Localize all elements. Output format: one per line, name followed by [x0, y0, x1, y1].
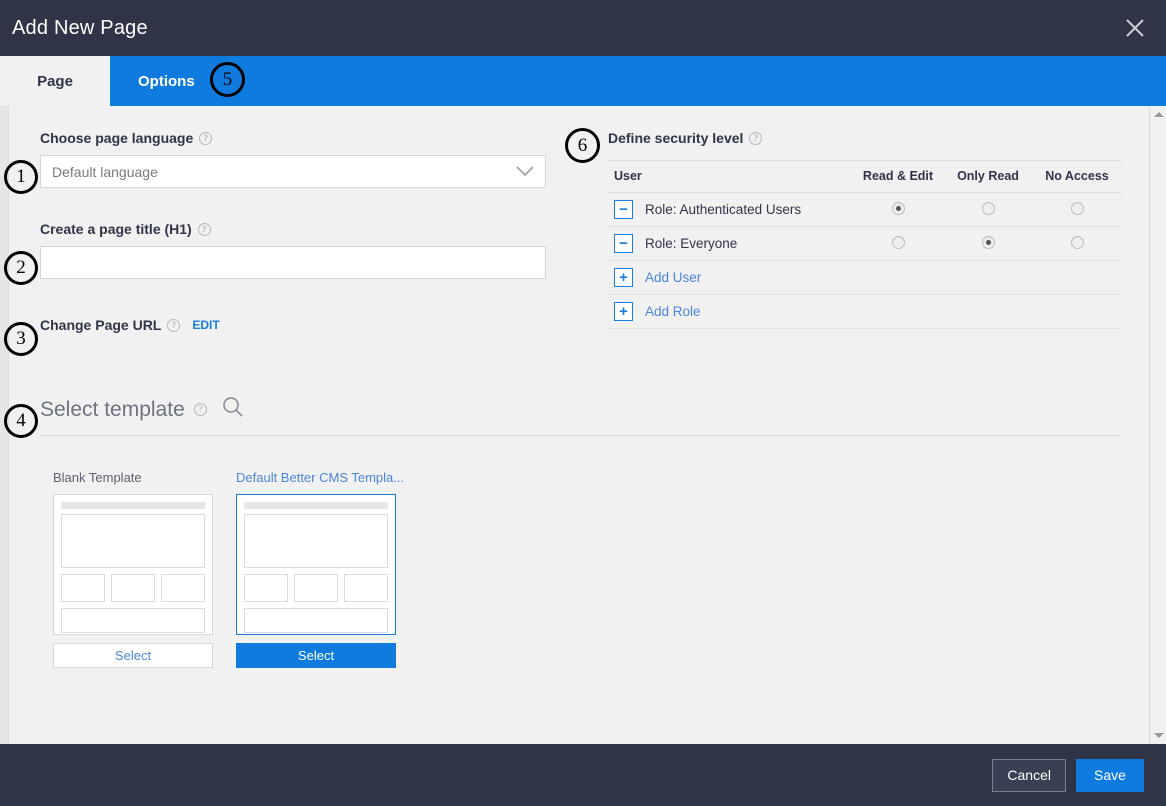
security-row-user: − Role: Everyone [608, 227, 853, 261]
cancel-button[interactable]: Cancel [992, 759, 1066, 792]
scroll-track[interactable] [1150, 123, 1166, 727]
search-icon[interactable] [222, 396, 244, 423]
scroll-up-arrow-icon[interactable] [1150, 106, 1166, 123]
radio-only-read[interactable] [982, 202, 995, 215]
template-name: Blank Template [53, 470, 213, 485]
thumb-columns [244, 574, 388, 602]
tab-page-label: Page [37, 73, 73, 90]
template-select-button[interactable]: Select [53, 643, 213, 668]
tab-bar: Page Options [0, 56, 1166, 106]
language-label: Choose page language [40, 130, 193, 146]
close-button[interactable] [1110, 0, 1160, 56]
language-label-row: Choose page language ? [40, 130, 554, 146]
security-section: Define security level ? User Read & Edit… [608, 130, 1121, 329]
template-heading-row: Select template ? [40, 396, 1121, 436]
thumb-topbar [61, 502, 205, 509]
add-role-row[interactable]: + Add Role [608, 295, 1121, 329]
column-read-edit: Read & Edit [853, 161, 943, 193]
template-list: Blank Template Select Default Better CMS… [40, 470, 1121, 668]
help-icon[interactable]: ? [198, 223, 211, 236]
radio-only-read[interactable] [982, 236, 995, 249]
template-thumbnail[interactable] [236, 494, 396, 635]
dialog-footer: Cancel Save [0, 744, 1166, 806]
add-user-row[interactable]: + Add User [608, 261, 1121, 295]
template-thumbnail[interactable] [53, 494, 213, 635]
thumb-main-region [61, 514, 205, 568]
plus-icon[interactable]: + [614, 268, 633, 287]
table-row: − Role: Authenticated Users [608, 193, 1121, 227]
page-language-value: Default language [52, 164, 158, 180]
minus-icon[interactable]: − [614, 234, 633, 253]
help-icon[interactable]: ? [167, 319, 180, 332]
tab-options[interactable]: Options [110, 56, 223, 106]
page-url-label: Change Page URL [40, 317, 161, 333]
radio-cell-read-edit [853, 193, 943, 227]
thumb-footer-region [61, 608, 205, 633]
edit-url-link[interactable]: EDIT [192, 318, 219, 332]
column-user: User [608, 161, 853, 193]
template-select-button[interactable]: Select [236, 643, 396, 668]
page-language-select[interactable]: Default language [40, 155, 546, 188]
thumb-columns [61, 574, 205, 602]
minus-icon[interactable]: − [614, 200, 633, 219]
security-row-label: Role: Everyone [645, 236, 737, 251]
thumb-footer-region [244, 608, 388, 633]
page-title-input[interactable] [40, 246, 546, 279]
dialog-content: Choose page language ? Default language … [0, 106, 1166, 744]
radio-no-access[interactable] [1071, 202, 1084, 215]
radio-read-edit[interactable] [892, 202, 905, 215]
radio-no-access[interactable] [1071, 236, 1084, 249]
table-header-row: User Read & Edit Only Read No Access [608, 161, 1121, 193]
page-title-label: Create a page title (H1) [40, 221, 192, 237]
add-role-link[interactable]: Add Role [645, 304, 701, 319]
security-heading: Define security level [608, 130, 743, 146]
save-button[interactable]: Save [1076, 759, 1144, 792]
security-heading-row: Define security level ? [608, 130, 1121, 146]
thumb-topbar [244, 502, 388, 509]
security-table: User Read & Edit Only Read No Access − R… [608, 160, 1121, 329]
add-user-link[interactable]: Add User [645, 270, 701, 285]
page-form: Choose page language ? Default language … [40, 130, 554, 333]
add-user-cell: + Add User [608, 261, 1121, 295]
template-section: Select template ? Blank Template [40, 396, 1121, 668]
radio-cell-no-access [1033, 193, 1121, 227]
template-card-default: Default Better CMS Templa... Select [236, 470, 396, 668]
vertical-scrollbar[interactable] [1149, 106, 1166, 744]
add-new-page-dialog: Add New Page Page Options Choose page la… [0, 0, 1166, 806]
security-row-label: Role: Authenticated Users [645, 202, 801, 217]
scroll-down-arrow-icon[interactable] [1150, 727, 1166, 744]
plus-icon[interactable]: + [614, 302, 633, 321]
radio-cell-only-read [943, 193, 1033, 227]
help-icon[interactable]: ? [749, 132, 762, 145]
table-row: − Role: Everyone [608, 227, 1121, 261]
template-heading: Select template [40, 398, 185, 422]
column-only-read: Only Read [943, 161, 1033, 193]
template-name: Default Better CMS Templa... [236, 470, 396, 485]
template-card-blank: Blank Template Select [53, 470, 213, 668]
security-row-user: − Role: Authenticated Users [608, 193, 853, 227]
radio-cell-no-access [1033, 227, 1121, 261]
dialog-title: Add New Page [12, 17, 148, 40]
tab-page[interactable]: Page [0, 56, 110, 106]
column-no-access: No Access [1033, 161, 1121, 193]
help-icon[interactable]: ? [199, 132, 212, 145]
radio-cell-only-read [943, 227, 1033, 261]
tab-options-label: Options [138, 73, 195, 90]
page-url-row: Change Page URL ? EDIT [40, 317, 554, 333]
add-role-cell: + Add Role [608, 295, 1121, 329]
radio-read-edit[interactable] [892, 236, 905, 249]
help-icon[interactable]: ? [194, 403, 207, 416]
page-title-label-row: Create a page title (H1) ? [40, 221, 554, 237]
thumb-main-region [244, 514, 388, 568]
radio-cell-read-edit [853, 227, 943, 261]
chevron-down-icon [516, 164, 534, 180]
dialog-titlebar: Add New Page [0, 0, 1166, 56]
close-icon [1124, 17, 1146, 39]
